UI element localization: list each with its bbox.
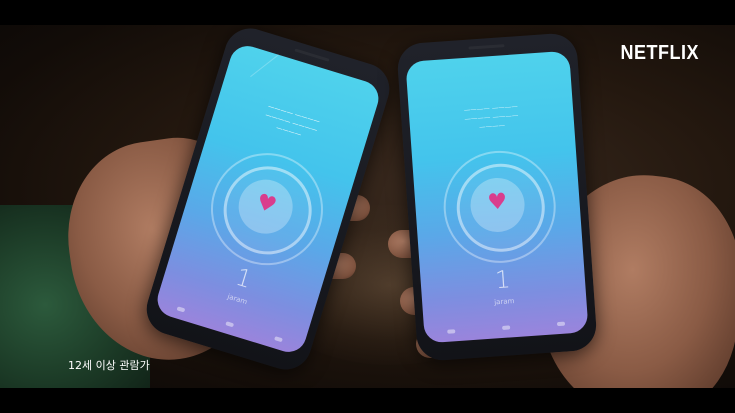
nav-bar	[424, 320, 588, 335]
speaker-grille	[294, 48, 330, 62]
nav-back-icon[interactable]	[447, 329, 456, 334]
netflix-logo: NETFLIX	[620, 40, 699, 64]
nav-home-icon[interactable]	[225, 321, 235, 328]
nav-back-icon[interactable]	[176, 306, 186, 313]
letterbox-bottom	[0, 388, 735, 413]
nav-recent-icon[interactable]	[274, 336, 284, 343]
video-frame: ———— ———— ———— ———— ———— ♥ 1 jaram ———— ——…	[0, 0, 735, 413]
letterbox-top	[0, 0, 735, 25]
heart-icon[interactable]: ♥	[486, 189, 509, 215]
nav-recent-icon[interactable]	[556, 321, 565, 327]
phone-right-screen: ———— ———— ———— ———— ———— ♥ 1 jaram	[405, 50, 589, 344]
age-rating-label: 12세 이상 관람가	[68, 359, 150, 372]
nav-home-icon[interactable]	[501, 325, 511, 330]
screen-prompt-text: ———— ———— ———— ———— ————	[463, 102, 519, 132]
phone-right: ———— ———— ———— ———— ———— ♥ 1 jaram	[396, 32, 598, 362]
speaker-grille	[468, 44, 505, 50]
